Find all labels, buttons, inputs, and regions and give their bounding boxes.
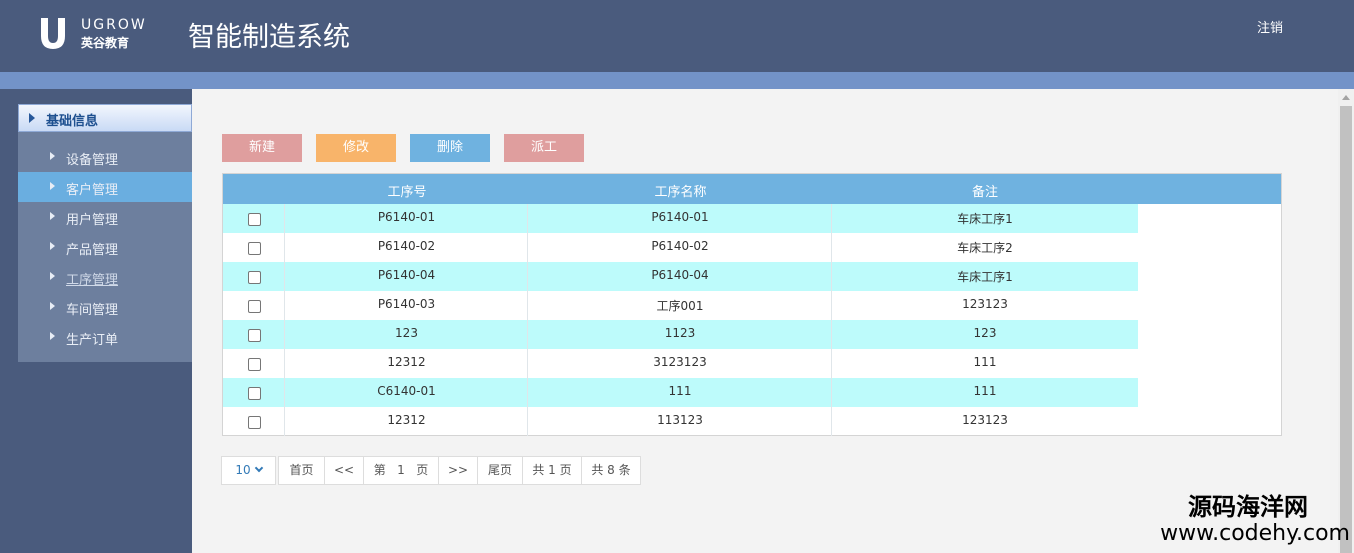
- column-header-process-code[interactable]: 工序号: [285, 181, 529, 200]
- sidebar-item-label: 车间管理: [66, 303, 119, 318]
- chevron-down-icon: [254, 463, 263, 473]
- sidebar-item-label: 产品管理: [66, 243, 119, 258]
- column-header-remark[interactable]: 备注: [832, 181, 1138, 200]
- row-checkbox[interactable]: [248, 329, 261, 342]
- caret-right-icon: [29, 113, 35, 123]
- cell-process-name: 111: [668, 384, 692, 398]
- table-row[interactable]: P6140-03 工序001 123123: [223, 291, 1138, 320]
- cell-process-code: 12312: [387, 355, 426, 369]
- cell-process-name: 113123: [657, 413, 703, 427]
- cell-process-name: 工序001: [656, 299, 704, 313]
- total-items-label: 共 8 条: [581, 456, 641, 485]
- scrollbar-thumb[interactable]: [1340, 106, 1352, 553]
- cell-process-code: P6140-01: [377, 210, 436, 224]
- watermark-text-cn: 源码海洋网: [1188, 493, 1308, 521]
- table-row[interactable]: 12312 3123123 111: [223, 349, 1138, 378]
- cell-remark: 车床工序1: [957, 212, 1013, 226]
- page-size-select[interactable]: 10: [221, 456, 276, 485]
- cell-process-code: P6140-03: [377, 297, 436, 311]
- edit-button[interactable]: 修改: [316, 134, 396, 162]
- caret-right-icon: [50, 302, 55, 310]
- caret-right-icon: [50, 212, 55, 220]
- cell-process-code: P6140-02: [377, 239, 436, 253]
- watermark: 源码海洋网 www.codehy.com: [1160, 493, 1350, 547]
- sidebar-item-processes[interactable]: 工序管理: [18, 262, 192, 292]
- page-size-value: 10: [235, 463, 251, 477]
- new-button[interactable]: 新建: [222, 134, 302, 162]
- cell-remark: 111: [973, 384, 997, 398]
- sidebar-item-label: 客户管理: [66, 183, 119, 198]
- table-row[interactable]: 12312 113123 123123: [223, 407, 1138, 436]
- ugrow-logo: UGROW 英谷教育: [38, 14, 148, 54]
- row-checkbox[interactable]: [248, 271, 261, 284]
- table-row[interactable]: P6140-01 P6140-01 车床工序1: [223, 204, 1138, 233]
- cell-process-code: 123: [395, 326, 418, 340]
- sidebar-group-label: 基础信息: [46, 114, 99, 129]
- sidebar-item-label: 工序管理: [66, 273, 119, 288]
- cell-remark: 车床工序2: [957, 241, 1013, 255]
- row-checkbox[interactable]: [248, 416, 261, 429]
- logout-link[interactable]: 注销: [1257, 17, 1283, 36]
- first-page-button[interactable]: 首页: [278, 456, 325, 485]
- cell-remark: 111: [973, 355, 997, 369]
- row-checkbox[interactable]: [248, 387, 261, 400]
- caret-right-icon: [50, 152, 55, 160]
- cell-process-code: C6140-01: [377, 384, 436, 398]
- header-subbar: [0, 72, 1354, 89]
- table-row[interactable]: P6140-02 P6140-02 车床工序2: [223, 233, 1138, 262]
- sidebar-group-basic-info[interactable]: 基础信息: [18, 104, 192, 132]
- table-row[interactable]: 123 1123 123: [223, 320, 1138, 349]
- total-pages-label: 共 1 页: [522, 456, 582, 485]
- sidebar: 基础信息 设备管理 客户管理 用户管理 产品管理 工序管理 车间管理 生产订单: [18, 104, 192, 362]
- cell-process-name: P6140-01: [651, 210, 709, 224]
- scroll-up-arrow-icon[interactable]: [1342, 95, 1350, 100]
- row-checkbox[interactable]: [248, 242, 261, 255]
- cell-process-name: 3123123: [653, 355, 707, 369]
- vertical-scrollbar[interactable]: [1338, 89, 1354, 553]
- sidebar-item-users[interactable]: 用户管理: [18, 202, 192, 232]
- app-header: UGROW 英谷教育 智能制造系统 注销: [0, 0, 1354, 72]
- row-checkbox[interactable]: [248, 213, 261, 226]
- cell-remark: 车床工序1: [957, 270, 1013, 284]
- next-page-button[interactable]: >>: [438, 456, 478, 485]
- sidebar-item-production-orders[interactable]: 生产订单: [18, 322, 192, 352]
- app-title: 智能制造系统: [188, 22, 350, 53]
- caret-right-icon: [50, 272, 55, 280]
- table-row[interactable]: P6140-04 P6140-04 车床工序1: [223, 262, 1138, 291]
- cell-process-name: P6140-02: [651, 239, 709, 253]
- cell-remark: 123123: [962, 297, 1008, 311]
- caret-right-icon: [50, 332, 55, 340]
- cell-remark: 123123: [962, 413, 1008, 427]
- table-header: 工序号 工序名称 备注: [223, 174, 1281, 204]
- table-row[interactable]: C6140-01 111 111: [223, 378, 1138, 407]
- sidebar-item-customers[interactable]: 客户管理: [18, 172, 192, 202]
- delete-button[interactable]: 删除: [410, 134, 490, 162]
- column-header-process-name[interactable]: 工序名称: [528, 181, 833, 200]
- sidebar-item-label: 用户管理: [66, 213, 119, 228]
- sidebar-item-equipment[interactable]: 设备管理: [18, 142, 192, 172]
- sidebar-item-products[interactable]: 产品管理: [18, 232, 192, 262]
- process-table: 工序号 工序名称 备注 P6140-01 P6140-01 车床工序1 P614…: [222, 173, 1282, 436]
- ugrow-logo-icon: [41, 18, 65, 49]
- logo-text-cn: 英谷教育: [81, 36, 130, 50]
- sidebar-item-workshops[interactable]: 车间管理: [18, 292, 192, 322]
- watermark-url: www.codehy.com: [1160, 521, 1350, 546]
- dispatch-button[interactable]: 派工: [504, 134, 584, 162]
- caret-right-icon: [50, 182, 55, 190]
- prev-page-button[interactable]: <<: [324, 456, 364, 485]
- sidebar-item-label: 设备管理: [66, 153, 119, 168]
- cell-process-name: P6140-04: [651, 268, 709, 282]
- last-page-button[interactable]: 尾页: [477, 456, 523, 485]
- sidebar-menu: 设备管理 客户管理 用户管理 产品管理 工序管理 车间管理 生产订单: [18, 142, 192, 352]
- cell-process-name: 1123: [664, 326, 696, 340]
- row-checkbox[interactable]: [248, 358, 261, 371]
- cell-process-code: 12312: [387, 413, 426, 427]
- caret-right-icon: [50, 242, 55, 250]
- row-checkbox[interactable]: [248, 300, 261, 313]
- cell-remark: 123: [973, 326, 997, 340]
- cell-process-code: P6140-04: [377, 268, 436, 282]
- current-page-indicator: 第 1 页: [363, 456, 439, 485]
- logo-text-en: UGROW: [81, 17, 147, 33]
- sidebar-item-label: 生产订单: [66, 333, 119, 348]
